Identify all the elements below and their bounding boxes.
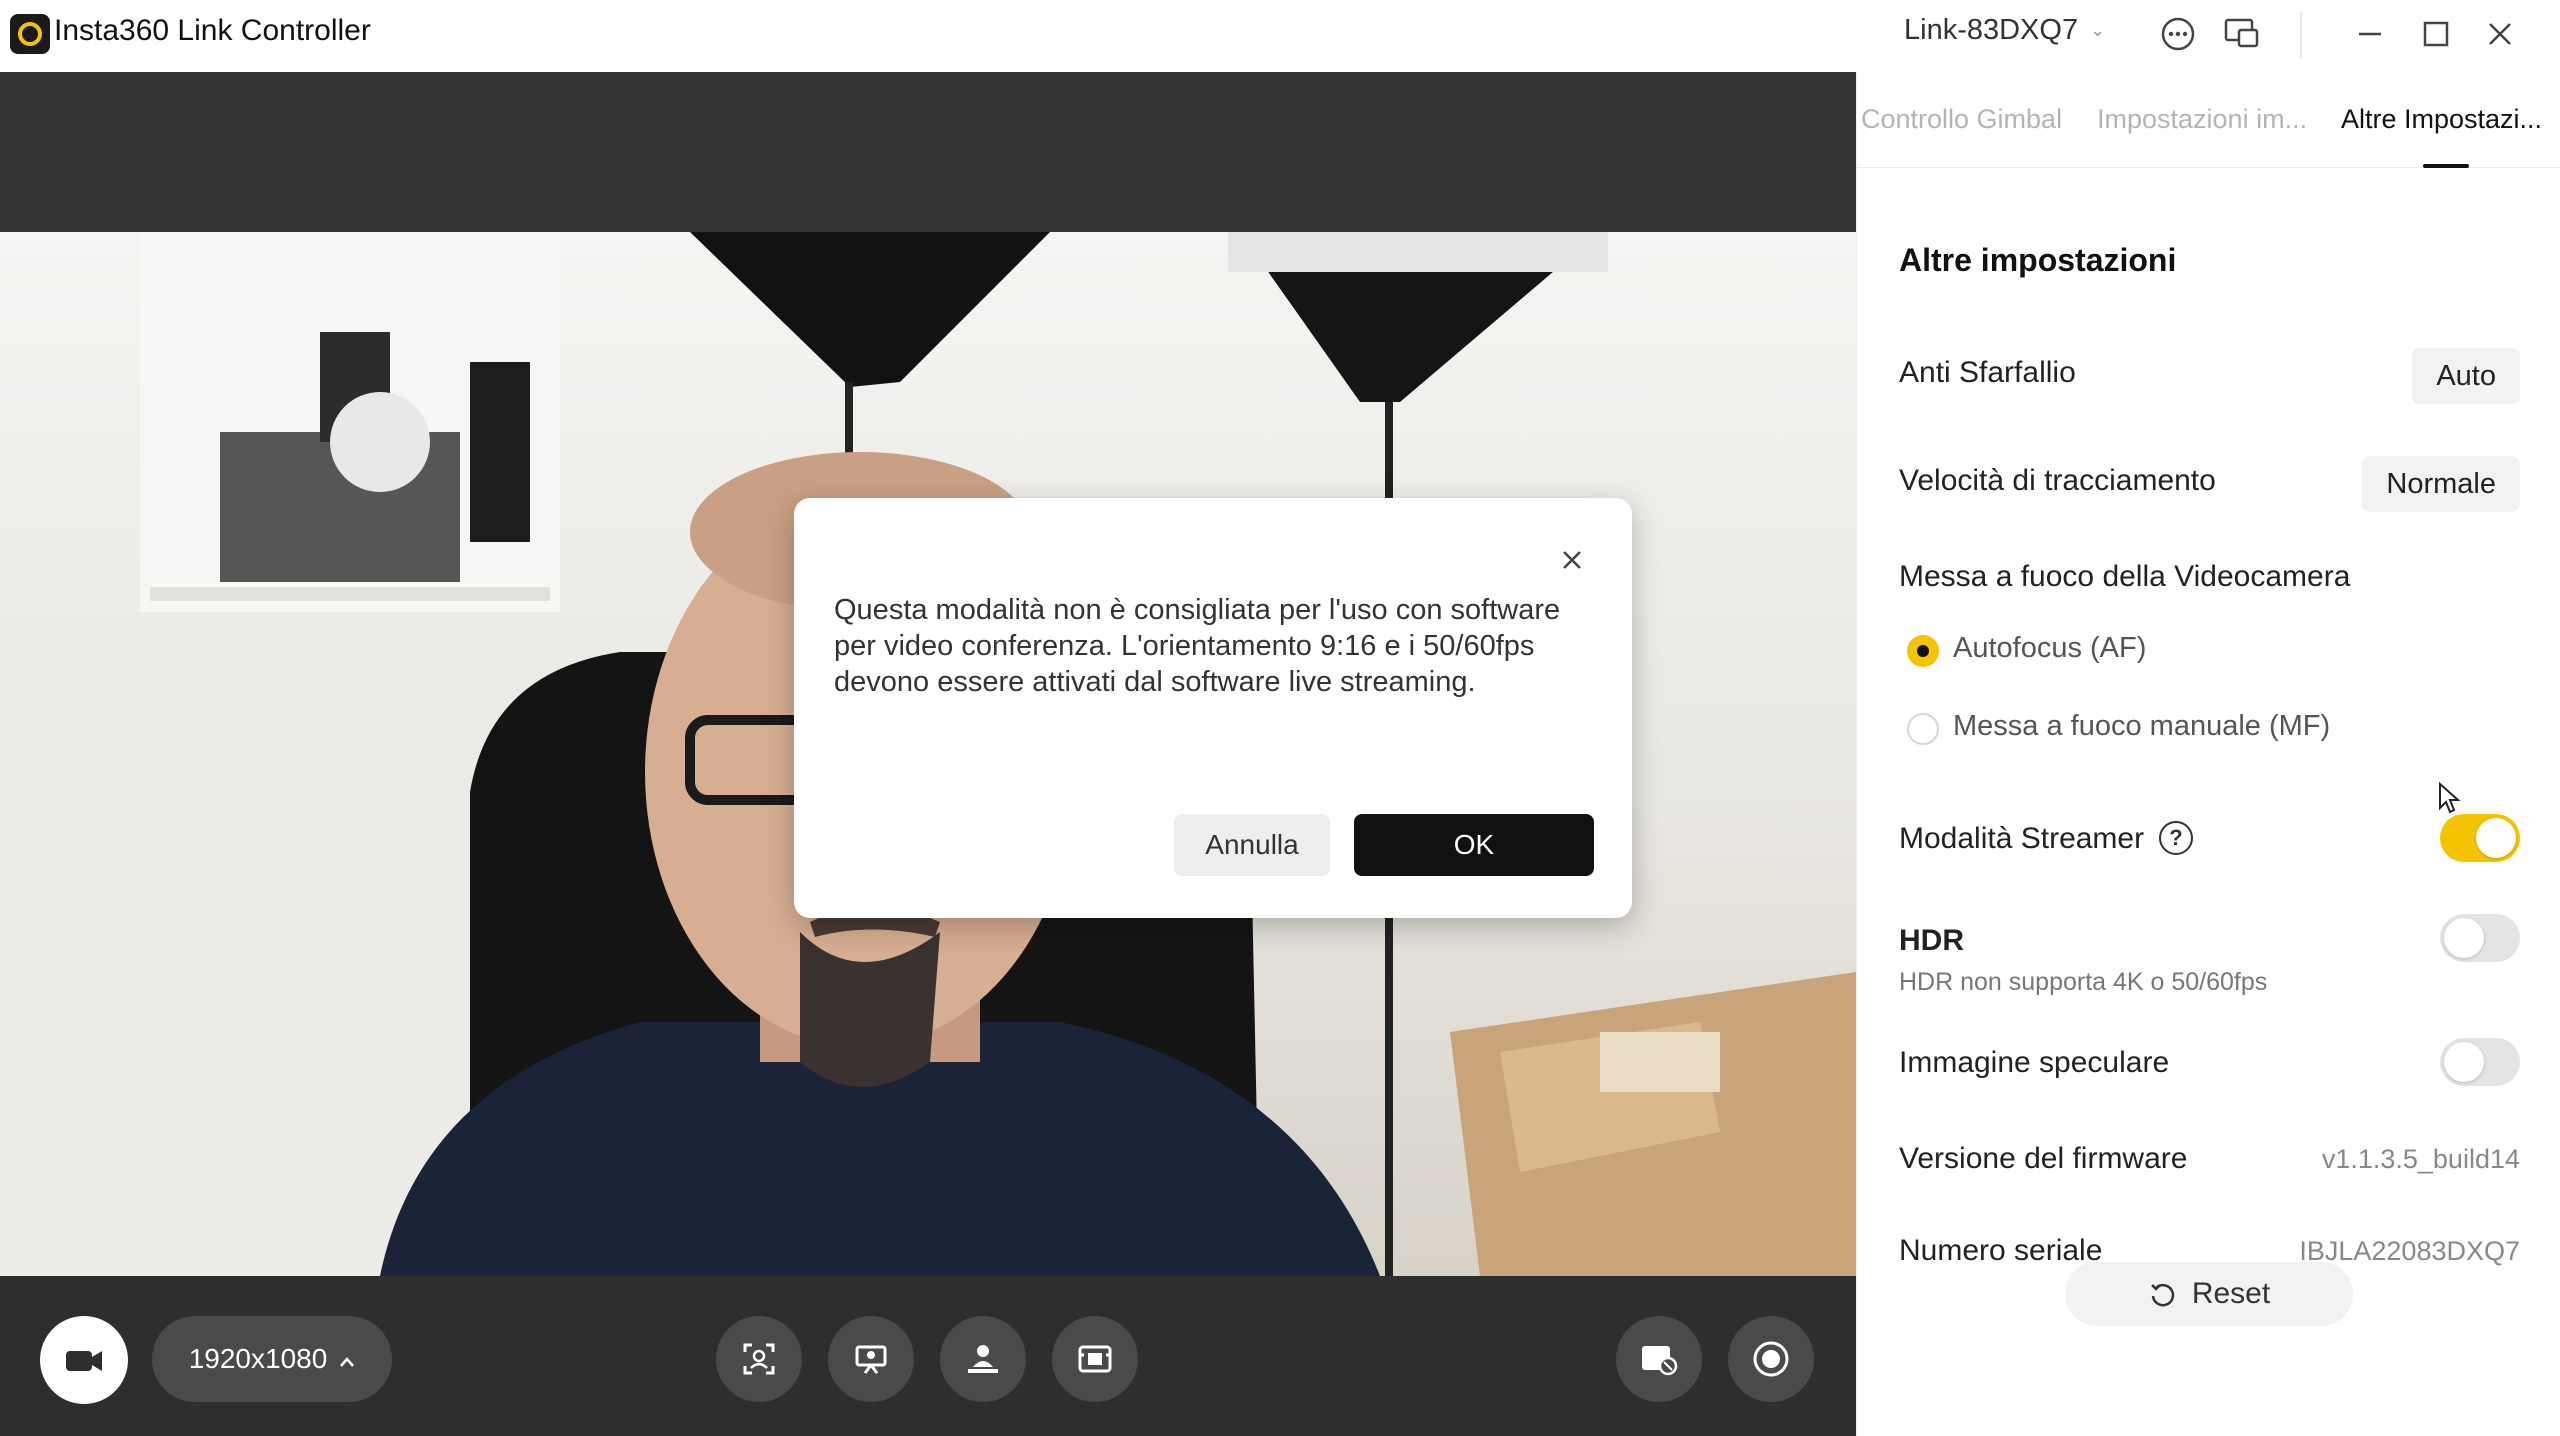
- close-icon[interactable]: [2480, 14, 2520, 54]
- resolution-label: 1920x1080: [188, 1343, 328, 1374]
- tracking-speed-label: Velocità di tracciamento: [1899, 464, 2216, 497]
- streamer-mode-toggle[interactable]: [2440, 814, 2520, 862]
- dialog-close-icon[interactable]: [1554, 542, 1590, 578]
- bottom-toolbar: 1920x1080: [0, 1276, 1856, 1436]
- face-frame-icon: [743, 1343, 775, 1375]
- desk-view-icon: [968, 1345, 998, 1373]
- more-options-icon[interactable]: [2158, 14, 2198, 54]
- streamer-mode-warning-dialog: Questa modalità non è consigliata per l'…: [794, 498, 1632, 918]
- maximize-icon[interactable]: [2416, 14, 2456, 54]
- autofocus-option-label[interactable]: Autofocus (AF): [1953, 632, 2146, 665]
- anti-flicker-select[interactable]: Auto: [2412, 348, 2520, 404]
- title-bar-divider: [2300, 12, 2302, 58]
- video-letterbox: [0, 72, 1856, 232]
- ok-button[interactable]: OK: [1354, 814, 1594, 876]
- app-logo-icon: [10, 14, 50, 54]
- active-tab-indicator: [2423, 164, 2469, 168]
- settings-panel: Controllo Gimbal Impostazioni im... Altr…: [1856, 72, 2560, 1436]
- video-camera-icon: [66, 1351, 102, 1371]
- frame-capture-icon: [1078, 1345, 1112, 1373]
- dialog-message: Questa modalità non è consigliata per l'…: [834, 594, 1561, 698]
- chevron-up-icon: [339, 1343, 355, 1375]
- hdr-toggle[interactable]: [2440, 914, 2520, 962]
- settings-tabs: Controllo Gimbal Impostazioni im... Altr…: [1857, 72, 2560, 168]
- manual-focus-radio[interactable]: [1907, 713, 1939, 745]
- presenter-icon: [855, 1345, 887, 1374]
- camera-settings-icon: [1642, 1346, 1678, 1376]
- record-button[interactable]: [1728, 1316, 1814, 1402]
- chevron-down-icon: ⌄: [2090, 20, 2106, 40]
- help-icon[interactable]: ?: [2159, 821, 2193, 855]
- tracking-speed-select[interactable]: Normale: [2362, 456, 2520, 512]
- whiteboard-mode-button[interactable]: [828, 1316, 914, 1402]
- tab-image-settings[interactable]: Impostazioni im...: [2097, 104, 2307, 135]
- mirror-image-toggle[interactable]: [2440, 1038, 2520, 1086]
- camera-toggle-button[interactable]: [40, 1316, 128, 1404]
- minimize-icon[interactable]: [2350, 14, 2390, 54]
- reset-button[interactable]: Reset: [2065, 1262, 2353, 1326]
- desk-view-button[interactable]: [940, 1316, 1026, 1402]
- manual-focus-option-label[interactable]: Messa a fuoco manuale (MF): [1953, 710, 2330, 743]
- reset-label: Reset: [2191, 1277, 2271, 1310]
- autofocus-radio[interactable]: [1907, 635, 1939, 667]
- overhead-mode-button[interactable]: [1052, 1316, 1138, 1402]
- serial-number-label: Numero seriale: [1899, 1234, 2103, 1267]
- streamer-mode-label: Modalità Streamer: [1899, 822, 2145, 855]
- reset-icon: [2150, 1283, 2175, 1307]
- face-track-button[interactable]: [716, 1316, 802, 1402]
- multi-window-icon[interactable]: [2222, 14, 2262, 54]
- app-title: Insta360 Link Controller: [54, 14, 371, 47]
- resolution-button[interactable]: 1920x1080: [152, 1316, 392, 1402]
- firmware-version-value: v1.1.3.5_build14: [2321, 1144, 2520, 1174]
- firmware-version-label: Versione del firmware: [1899, 1142, 2188, 1175]
- hdr-note: HDR non supporta 4K o 50/60fps: [1899, 968, 2268, 996]
- anti-flicker-label: Anti Sfarfallio: [1899, 356, 2076, 389]
- device-select[interactable]: Link-83DXQ7 ⌄: [1904, 14, 2105, 47]
- tab-other-settings[interactable]: Altre Impostazi...: [2341, 104, 2542, 135]
- serial-number-value: IBJLA22083DXQ7: [2299, 1236, 2520, 1266]
- hdr-label: HDR: [1899, 924, 1964, 957]
- record-icon: [1753, 1341, 1789, 1377]
- title-bar: Insta360 Link Controller Link-83DXQ7 ⌄: [0, 0, 2560, 72]
- virtual-camera-button[interactable]: [1616, 1316, 1702, 1402]
- mouse-cursor-icon: [2439, 782, 2461, 814]
- tab-gimbal-control[interactable]: Controllo Gimbal: [1861, 104, 2062, 135]
- cancel-button[interactable]: Annulla: [1174, 814, 1330, 876]
- section-title: Altre impostazioni: [1899, 242, 2177, 278]
- device-name: Link-83DXQ7: [1904, 14, 2079, 46]
- mirror-image-label: Immagine speculare: [1899, 1046, 2170, 1079]
- focus-label: Messa a fuoco della Videocamera: [1899, 560, 2351, 593]
